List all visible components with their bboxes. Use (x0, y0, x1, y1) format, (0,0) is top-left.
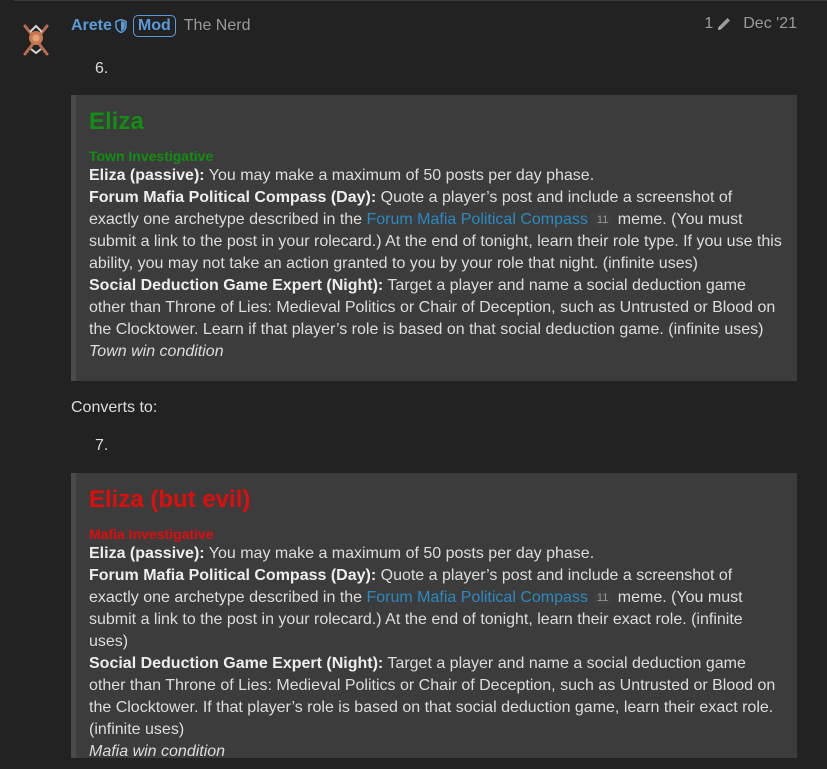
converts-to-text: Converts to: (71, 399, 158, 416)
role-abilities: Eliza (passive): You may make a maximum … (89, 543, 783, 763)
role-card-quote: Eliza Town Investigative Eliza (passive)… (71, 95, 797, 381)
role-name: Eliza (but evil) (89, 486, 251, 513)
compass-link[interactable]: Forum Mafia Political Compass (367, 589, 588, 606)
pencil-icon[interactable] (716, 16, 732, 32)
edit-count[interactable]: 1 (704, 15, 713, 33)
ability-name: Forum Mafia Political Compass (Day): (89, 189, 377, 206)
shield-icon (115, 19, 127, 33)
win-condition: Mafia win condition (89, 743, 226, 760)
ability: Social Deduction Game Expert (Night): Ta… (89, 275, 783, 341)
ability-name: Social Deduction Game Expert (Night): (89, 655, 384, 672)
list-number: 6. (95, 60, 109, 77)
ability-text: You may make a maximum of 50 posts per d… (204, 167, 595, 184)
ability: Eliza (passive): You may make a maximum … (89, 543, 783, 565)
ability-text: You may make a maximum of 50 posts per d… (204, 545, 595, 562)
mod-badge[interactable]: Mod (132, 15, 176, 37)
ability-name: Forum Mafia Political Compass (Day): (89, 567, 377, 584)
ability-name: Eliza (passive): (89, 167, 205, 184)
win-condition: Town win condition (89, 343, 224, 360)
post-date[interactable]: Dec '21 (743, 15, 797, 33)
ability-name: Eliza (passive): (89, 545, 205, 562)
role-name: Eliza (89, 108, 144, 135)
user-avatar[interactable] (20, 20, 52, 60)
ability: Forum Mafia Political Compass (Day): Quo… (89, 565, 783, 653)
top-divider (14, 0, 827, 1)
post-meta: 1 Dec '21 (704, 15, 797, 33)
role-alignment: Mafia Investigative (89, 526, 214, 542)
link-click-count: 11 (591, 590, 614, 606)
list-number: 7. (95, 437, 109, 454)
ability: Social Deduction Game Expert (Night): Ta… (89, 653, 783, 741)
post-header: Arete Mod The Nerd (71, 13, 250, 39)
compass-link[interactable]: Forum Mafia Political Compass (367, 211, 588, 228)
ability-name: Social Deduction Game Expert (Night): (89, 277, 384, 294)
user-title: The Nerd (183, 17, 251, 34)
link-click-count: 11 (591, 212, 614, 228)
role-card-quote: Eliza (but evil) Mafia Investigative Eli… (71, 473, 797, 760)
role-alignment: Town Investigative (89, 148, 214, 164)
ability: Forum Mafia Political Compass (Day): Quo… (89, 187, 783, 275)
role-abilities: Eliza (passive): You may make a maximum … (89, 165, 783, 363)
ability: Eliza (passive): You may make a maximum … (89, 165, 783, 187)
username[interactable]: Arete (71, 17, 112, 35)
